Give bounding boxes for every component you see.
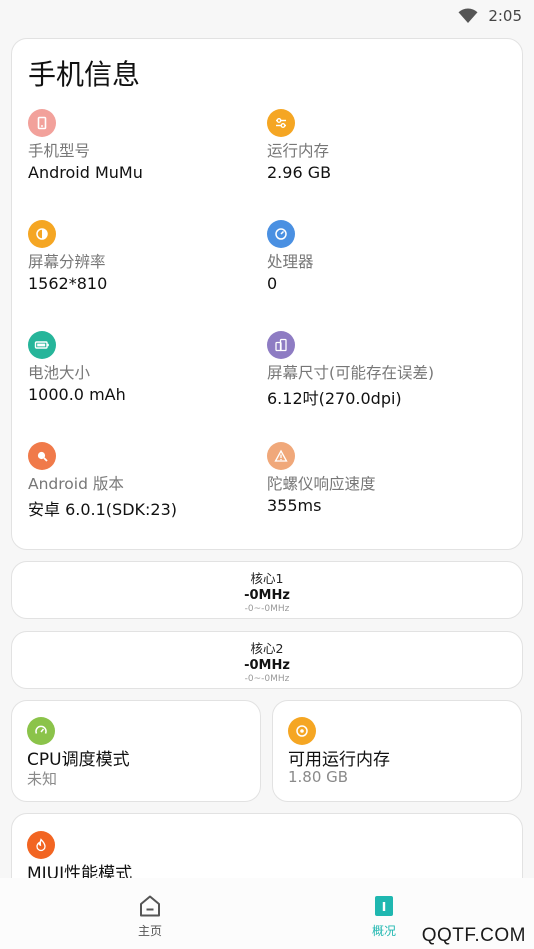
wifi-icon	[458, 8, 478, 24]
core-card-2: 核心2 -0MHz -0~-0MHz	[11, 631, 523, 689]
nav-home-label: 主页	[137, 924, 162, 938]
phone-icon	[28, 109, 56, 137]
info-label: 屏幕尺寸(可能存在误差)	[267, 364, 435, 382]
info-item-processor: 处理器 0	[267, 220, 497, 293]
info-label: 手机型号	[28, 142, 91, 160]
nav-overview[interactable]: 概况	[354, 893, 414, 939]
phone-info-card: 手机信息 手机型号 Android MuMu 运行内存 2.96 GB 屏幕分辨…	[11, 38, 523, 550]
android-icon	[28, 442, 56, 470]
watermark: QQTF.COM	[421, 925, 526, 946]
info-item-screen-size: 屏幕尺寸(可能存在误差) 6.12吋(270.0dpi)	[267, 331, 497, 409]
core-name: 核心1	[250, 571, 284, 586]
home-icon	[137, 893, 163, 922]
core-frequency-range: -0~-0MHz	[244, 674, 290, 684]
info-label: 屏幕分辨率	[28, 253, 106, 271]
info-label: 电池大小	[28, 364, 91, 382]
core-frequency-range: -0~-0MHz	[244, 604, 290, 614]
gauge-icon	[267, 220, 295, 248]
info-item-battery: 电池大小 1000.0 mAh	[28, 331, 258, 404]
cpu-mode-value: 未知	[27, 770, 58, 788]
available-memory-value: 1.80 GB	[288, 768, 349, 786]
overview-icon	[371, 893, 397, 922]
status-bar: 2:05	[0, 0, 534, 32]
info-label: 陀螺仪响应速度	[267, 475, 376, 493]
sliders-icon	[267, 109, 295, 137]
info-value: 安卓 6.0.1(SDK:23)	[28, 500, 178, 519]
info-value: 2.96 GB	[267, 163, 332, 182]
core-name: 核心2	[250, 641, 284, 656]
info-value: 1562*810	[28, 274, 108, 293]
info-value: 1000.0 mAh	[28, 385, 126, 404]
warning-icon	[267, 442, 295, 470]
clock-icon	[288, 717, 316, 745]
screens-icon	[267, 331, 295, 359]
info-value: 6.12吋(270.0dpi)	[267, 389, 402, 408]
info-value: 0	[267, 274, 278, 293]
contrast-icon	[28, 220, 56, 248]
info-item-resolution: 屏幕分辨率 1562*810	[28, 220, 258, 293]
fire-icon	[27, 831, 55, 859]
info-item-gyroscope: 陀螺仪响应速度 355ms	[267, 442, 497, 515]
battery-icon	[28, 331, 56, 359]
cpu-mode-title: CPU调度模式	[27, 750, 130, 770]
info-label: Android 版本	[28, 475, 124, 493]
core-frequency: -0MHz	[244, 658, 290, 673]
page-title: 手机信息	[28, 58, 141, 91]
nav-overview-label: 概况	[371, 924, 396, 938]
info-label: 处理器	[267, 253, 314, 271]
cpu-mode-card[interactable]: CPU调度模式 未知	[11, 700, 261, 802]
info-value: 355ms	[267, 496, 322, 515]
info-item-model: 手机型号 Android MuMu	[28, 109, 258, 182]
status-time: 2:05	[488, 7, 522, 25]
nav-home[interactable]: 主页	[120, 893, 180, 939]
available-memory-card[interactable]: 可用运行内存 1.80 GB	[272, 700, 522, 802]
info-item-ram: 运行内存 2.96 GB	[267, 109, 497, 182]
core-card-1: 核心1 -0MHz -0~-0MHz	[11, 561, 523, 619]
info-label: 运行内存	[267, 142, 330, 160]
available-memory-title: 可用运行内存	[288, 750, 390, 770]
info-item-android-version: Android 版本 安卓 6.0.1(SDK:23)	[28, 442, 258, 520]
speedometer-icon	[27, 717, 55, 745]
info-value: Android MuMu	[28, 163, 143, 182]
core-frequency: -0MHz	[244, 588, 290, 603]
